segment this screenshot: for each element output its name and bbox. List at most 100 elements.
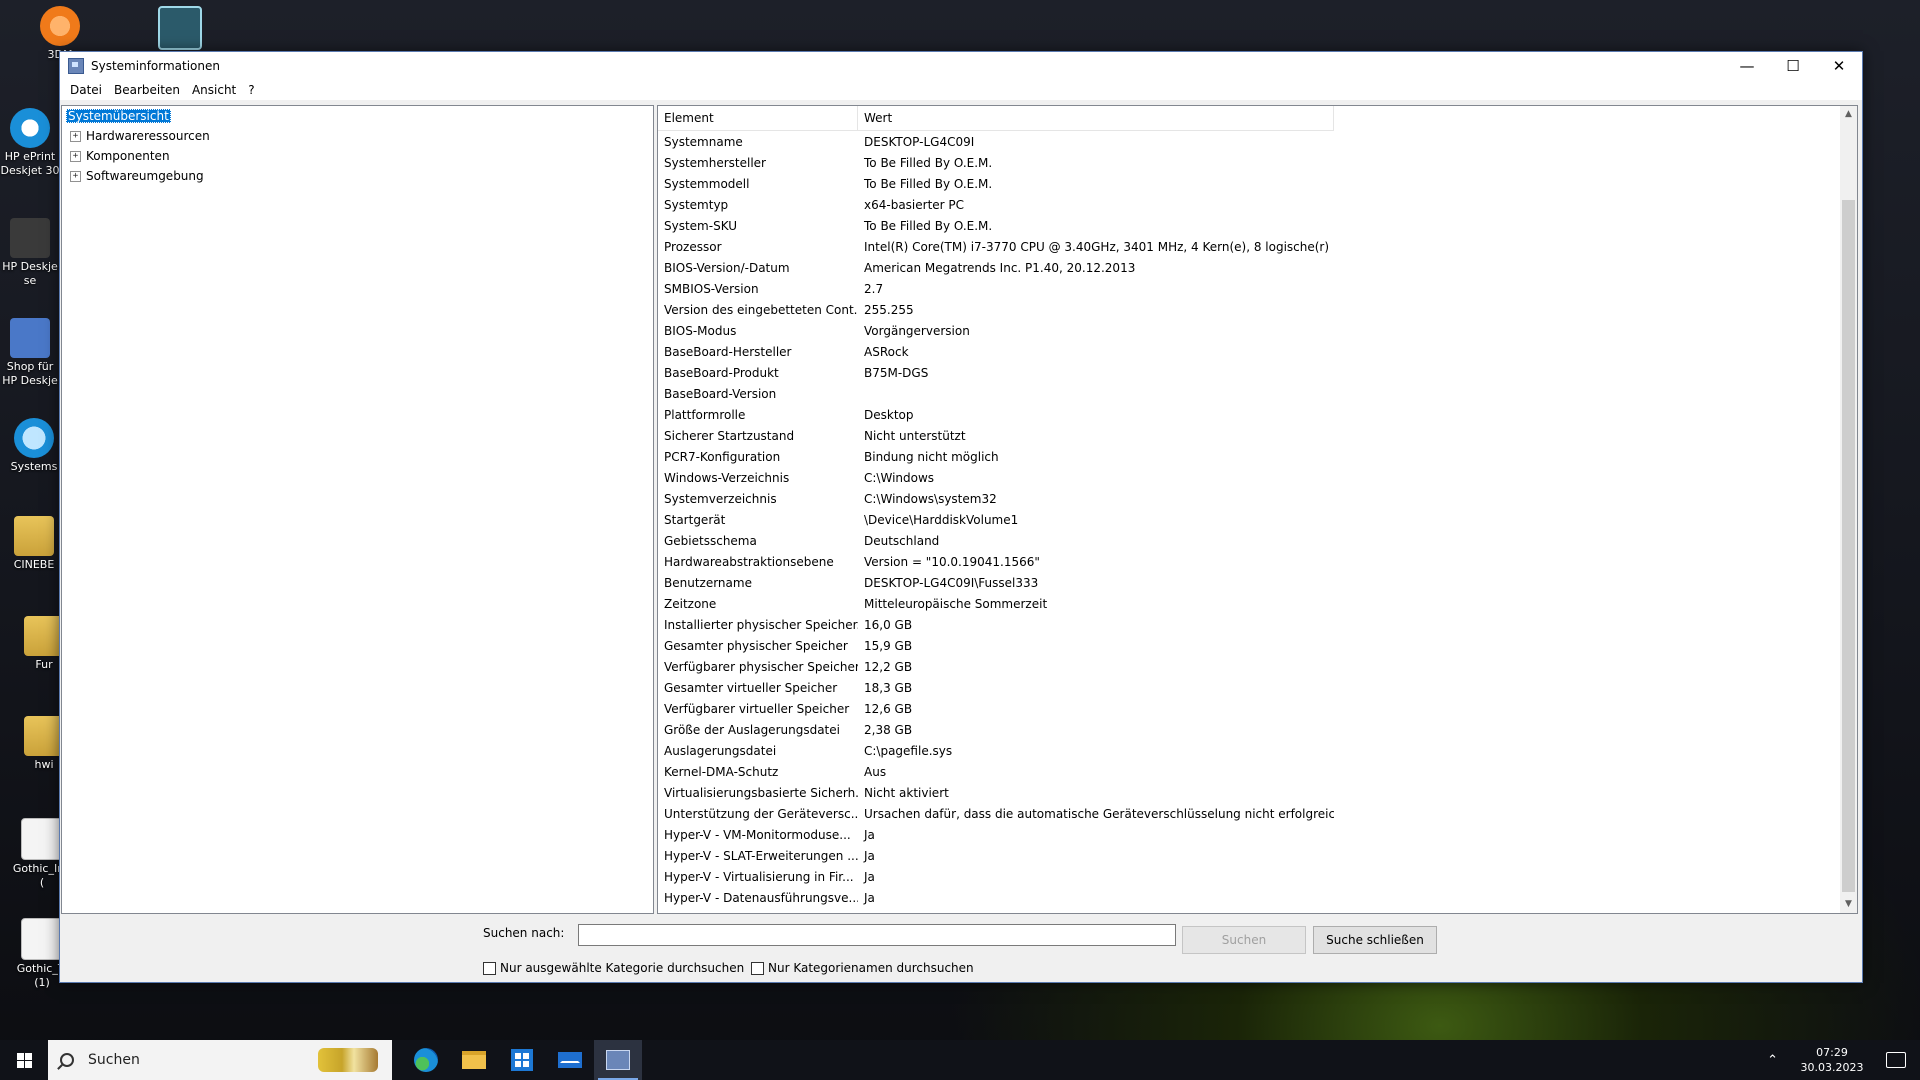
table-row[interactable]: Zeitzone Mitteleuropäische Sommerzeit [658, 594, 1334, 615]
column-header-wert[interactable]: Wert [858, 106, 1334, 130]
windows-logo-icon [16, 1052, 32, 1068]
taskbar-edge[interactable] [402, 1040, 450, 1080]
title-bar[interactable]: Systeminformationen — ☐ ✕ [60, 52, 1862, 80]
table-row[interactable]: BaseBoard-Version [658, 384, 1334, 405]
close-search-button[interactable]: Suche schließen [1313, 926, 1437, 954]
table-row[interactable]: Systemverzeichnis C:\Windows\system32 [658, 489, 1334, 510]
cell-value: C:\pagefile.sys [864, 744, 953, 758]
checkbox-box[interactable] [483, 961, 496, 975]
menu-help[interactable]: ? [242, 83, 260, 97]
tree-item-label: Hardwareressourcen [86, 129, 210, 143]
menu-bearbeiten[interactable]: Bearbeiten [108, 83, 186, 97]
checkbox-selected-category[interactable]: Nur ausgewählte Kategorie durchsuchen [483, 961, 744, 975]
cell-element: Hardwareabstraktionsebene [664, 555, 834, 569]
cell-element: Größe der Auslagerungsdatei [664, 723, 840, 737]
details-list[interactable]: Element Wert Systemname DESKTOP-LG4C09I Sy… [657, 105, 1858, 914]
table-row[interactable]: Gesamter physischer Speicher 15,9 GB [658, 636, 1334, 657]
cell-element: Unterstützung der Geräteversc... [664, 807, 858, 821]
table-row[interactable]: Systemmodell To Be Filled By O.E.M. [658, 174, 1334, 195]
table-row[interactable]: Prozessor Intel(R) Core(TM) i7-3770 CPU @… [658, 237, 1334, 258]
expand-icon[interactable]: + [70, 170, 81, 182]
table-row[interactable]: Gebietsschema Deutschland [658, 531, 1334, 552]
table-row[interactable]: Verfügbarer virtueller Speicher 12,6 GB [658, 699, 1334, 720]
table-row[interactable]: Sicherer Startzustand Nicht unterstützt [658, 426, 1334, 447]
scroll-down-icon[interactable]: ▼ [1840, 896, 1857, 913]
scrollbar-thumb[interactable] [1842, 200, 1855, 892]
cell-value: C:\Windows\system32 [864, 492, 997, 506]
start-button[interactable] [0, 1040, 48, 1080]
table-row[interactable]: Hyper-V - Virtualisierung in Fir... Ja [658, 867, 1334, 888]
table-row[interactable]: BaseBoard-Hersteller ASRock [658, 342, 1334, 363]
table-row[interactable]: Plattformrolle Desktop [658, 405, 1334, 426]
notification-icon[interactable] [1886, 1052, 1906, 1068]
table-row[interactable]: Systemhersteller To Be Filled By O.E.M. [658, 153, 1334, 174]
tree-item-komponenten[interactable]: + Komponenten [70, 147, 170, 165]
cell-value: Aus [864, 765, 887, 779]
taskbar-search-box[interactable]: Suchen [48, 1040, 392, 1080]
checkbox-box[interactable] [751, 961, 764, 975]
table-row[interactable]: Kernel-DMA-Schutz Aus [658, 762, 1334, 783]
table-row[interactable]: Hyper-V - VM-Monitormoduse... Ja [658, 825, 1334, 846]
expand-icon[interactable]: + [70, 130, 81, 142]
checkbox-category-names[interactable]: Nur Kategorienamen durchsuchen [751, 961, 974, 975]
minimize-button[interactable]: — [1724, 52, 1770, 80]
table-row[interactable]: Virtualisierungsbasierte Sicherh... Nicht… [658, 783, 1334, 804]
cell-value: x64-basierter PC [864, 198, 965, 212]
table-row[interactable]: Unterstützung der Geräteversc... Ursachen… [658, 804, 1334, 825]
table-row[interactable]: Installierter physischer Speicher... 16,0… [658, 615, 1334, 636]
table-row[interactable]: Hyper-V - Datenausführungsve... Ja [658, 888, 1334, 909]
cell-element: Installierter physischer Speicher... [664, 618, 858, 632]
cell-element: Gebietsschema [664, 534, 757, 548]
column-header-element[interactable]: Element [658, 106, 858, 130]
expand-icon[interactable]: + [70, 150, 81, 162]
table-row[interactable]: Startgerät \Device\HarddiskVolume1 [658, 510, 1334, 531]
taskbar-store[interactable] [498, 1040, 546, 1080]
close-button[interactable]: ✕ [1816, 52, 1862, 80]
table-row[interactable]: Verfügbarer physischer Speicher 12,2 GB [658, 657, 1334, 678]
table-row[interactable]: PCR7-Konfiguration Bindung nicht möglich [658, 447, 1334, 468]
table-row[interactable]: Größe der Auslagerungsdatei 2,38 GB [658, 720, 1334, 741]
tree-item-softwareumgebung[interactable]: + Softwareumgebung [70, 167, 204, 185]
tree-item-label: Systemübersicht [66, 109, 171, 123]
menu-datei[interactable]: Datei [64, 83, 108, 97]
cell-element: Hyper-V - Datenausführungsve... [664, 891, 858, 905]
search-icon [60, 1053, 74, 1067]
table-row[interactable]: Hyper-V - SLAT-Erweiterungen ... Ja [658, 846, 1334, 867]
taskbar-sysinfo[interactable] [594, 1040, 642, 1080]
table-row[interactable]: Version des eingebetteten Cont... 255.255 [658, 300, 1334, 321]
cell-element: Systemverzeichnis [664, 492, 777, 506]
table-row[interactable]: Hardwareabstraktionsebene Version = "10.0… [658, 552, 1334, 573]
table-row[interactable]: Auslagerungsdatei C:\pagefile.sys [658, 741, 1334, 762]
cell-value: Desktop [864, 408, 914, 422]
menu-ansicht[interactable]: Ansicht [186, 83, 242, 97]
cell-value: Intel(R) Core(TM) i7-3770 CPU @ 3.40GHz,… [864, 240, 1334, 254]
desktop-icon-app[interactable] [130, 6, 230, 52]
search-panel: Suchen nach: Suchen Suche schließen Nur … [60, 920, 1862, 980]
maximize-button[interactable]: ☐ [1770, 52, 1816, 80]
folder-icon [24, 616, 64, 656]
tray-chevron-icon[interactable]: ⌃ [1767, 1053, 1778, 1068]
taskbar-mail[interactable] [546, 1040, 594, 1080]
table-row[interactable]: Gesamter virtueller Speicher 18,3 GB [658, 678, 1334, 699]
clock[interactable]: 07:29 30.03.2023 [1800, 1045, 1864, 1075]
search-label: Suchen nach: [483, 926, 565, 940]
table-row[interactable]: BaseBoard-Produkt B75M-DGS [658, 363, 1334, 384]
cell-value: Mitteleuropäische Sommerzeit [864, 597, 1048, 611]
table-row[interactable]: BIOS-Modus Vorgängerversion [658, 321, 1334, 342]
tree-item-hardwareressourcen[interactable]: + Hardwareressourcen [70, 127, 210, 145]
taskbar-explorer[interactable] [450, 1040, 498, 1080]
scroll-up-icon[interactable]: ▲ [1840, 106, 1857, 123]
search-input[interactable] [578, 924, 1176, 946]
table-row[interactable]: Windows-Verzeichnis C:\Windows [658, 468, 1334, 489]
table-row[interactable]: Systemname DESKTOP-LG4C09I [658, 132, 1334, 153]
tree-item-systemuebersicht[interactable]: Systemübersicht [66, 107, 171, 125]
table-row[interactable]: SMBIOS-Version 2.7 [658, 279, 1334, 300]
vertical-scrollbar[interactable]: ▲ ▼ [1840, 106, 1857, 913]
table-row[interactable]: System-SKU To Be Filled By O.E.M. [658, 216, 1334, 237]
search-button[interactable]: Suchen [1182, 926, 1306, 954]
table-row[interactable]: BIOS-Version/-Datum American Megatrends I… [658, 258, 1334, 279]
systems-icon [14, 418, 54, 458]
table-row[interactable]: Systemtyp x64-basierter PC [658, 195, 1334, 216]
table-row[interactable]: Benutzername DESKTOP-LG4C09I\Fussel333 [658, 573, 1334, 594]
category-tree[interactable]: Systemübersicht + Hardwareressourcen + K… [61, 105, 654, 914]
